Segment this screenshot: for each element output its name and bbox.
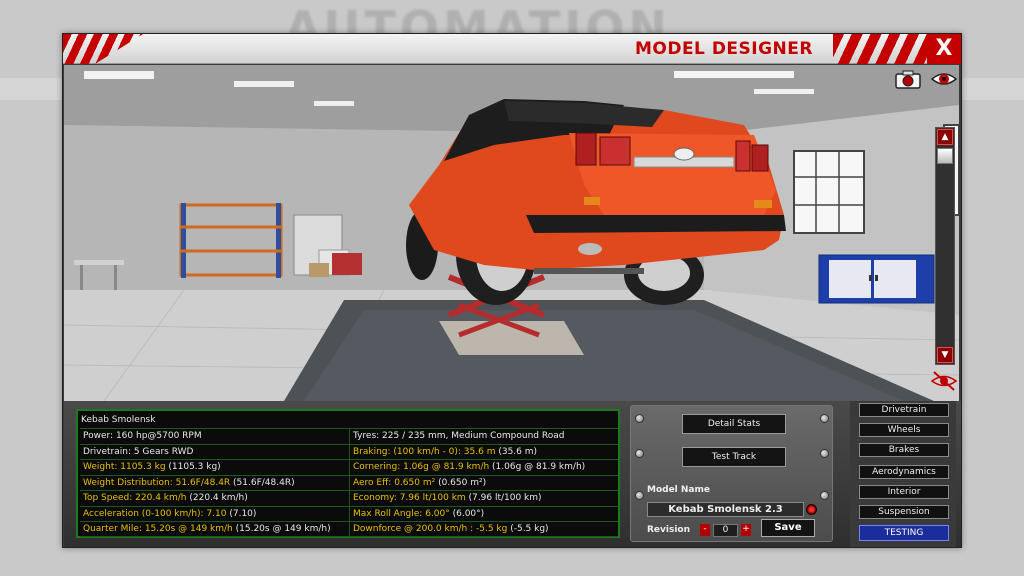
revision-label: Revision <box>647 525 691 535</box>
screw-icon <box>635 414 644 423</box>
eye-icon[interactable] <box>930 69 958 89</box>
revision-minus-button[interactable]: - <box>700 524 710 536</box>
category-tabs: Drivetrain Wheels Brakes Aerodynamics In… <box>850 401 956 547</box>
scroll-up-button[interactable]: ▲ <box>937 129 953 145</box>
tab-brakes[interactable]: Brakes <box>859 443 949 457</box>
stat-economy: Economy: 7.96 lt/100 km (7.96 lt/100 km) <box>349 491 618 506</box>
scroll-thumb[interactable] <box>937 148 953 164</box>
close-button[interactable]: X <box>927 34 961 64</box>
scroll-down-button[interactable]: ▼ <box>937 347 953 363</box>
model-designer-window: MODEL DESIGNER X ▲ ▼ Kebab Smolensk Powe… <box>62 33 962 548</box>
stats-row: Weight Distribution: 51.6F/48.4R (51.6F/… <box>80 474 618 490</box>
stat-weight-distribution: Weight Distribution: 51.6F/48.4R (51.6F/… <box>83 477 295 488</box>
tab-drivetrain[interactable]: Drivetrain <box>859 403 949 417</box>
screw-icon <box>635 491 644 500</box>
detail-stats-button[interactable]: Detail Stats <box>682 414 786 434</box>
garage-scene <box>64 65 959 401</box>
stat-quarter-mile: Quarter Mile: 15.20s @ 149 km/h (15.20s … <box>83 524 331 534</box>
screw-icon <box>820 491 829 500</box>
revision-plus-button[interactable]: + <box>741 524 751 536</box>
stat-acceleration: Acceleration (0-100 km/h): 7.10 (7.10) <box>83 508 257 519</box>
stat-braking: Braking: (100 km/h - 0): 35.6 m (35.6 m) <box>349 444 618 459</box>
stat-weight: Weight: 1105.3 kg (1105.3 kg) <box>83 462 221 472</box>
bottom-panel: Kebab Smolensk Power: 160 hp@5700 RPM Ty… <box>64 401 961 547</box>
hide-eye-icon[interactable] <box>930 370 958 392</box>
screw-icon <box>820 449 829 458</box>
stat-downforce: Downforce @ 200.0 km/h : -5.5 kg (-5.5 k… <box>349 522 618 536</box>
save-button[interactable]: Save <box>761 519 815 537</box>
stats-row: Power: 160 hp@5700 RPM Tyres: 225 / 235 … <box>80 428 618 444</box>
stats-panel: Kebab Smolensk Power: 160 hp@5700 RPM Ty… <box>76 409 620 538</box>
tab-wheels[interactable]: Wheels <box>859 423 949 437</box>
titlebar-stripes-right <box>833 34 927 64</box>
window-title: MODEL DESIGNER <box>634 39 813 59</box>
stat-max-roll-angle: Max Roll Angle: 6.00° (6.00°) <box>349 506 618 521</box>
titlebar: MODEL DESIGNER X <box>63 34 961 64</box>
tab-suspension[interactable]: Suspension <box>859 505 949 519</box>
camera-icon[interactable] <box>894 69 924 89</box>
stats-row: Acceleration (0-100 km/h): 7.10 (7.10) M… <box>80 505 618 521</box>
stat-drivetrain: Drivetrain: 5 Gears RWD <box>83 446 194 457</box>
test-track-button[interactable]: Test Track <box>682 447 786 467</box>
tab-interior[interactable]: Interior <box>859 485 949 499</box>
stats-grid: Power: 160 hp@5700 RPM Tyres: 225 / 235 … <box>80 428 618 537</box>
model-name-reset-icon[interactable] <box>806 504 817 515</box>
viewport-scrollbar[interactable]: ▲ ▼ <box>935 127 955 365</box>
titlebar-stripes-left <box>63 34 143 64</box>
stat-cornering: Cornering: 1.06g @ 81.9 km/h (1.06g @ 81… <box>349 460 618 475</box>
stat-top-speed: Top Speed: 220.4 km/h (220.4 km/h) <box>83 493 248 503</box>
stats-row: Weight: 1105.3 kg (1105.3 kg) Cornering:… <box>80 459 618 475</box>
model-name-label: Model Name <box>647 485 710 495</box>
stats-row: Drivetrain: 5 Gears RWD Braking: (100 km… <box>80 443 618 459</box>
tab-testing[interactable]: TESTING <box>859 525 949 541</box>
screw-icon <box>635 449 644 458</box>
stats-row: Top Speed: 220.4 km/h (220.4 km/h) Econo… <box>80 490 618 506</box>
stats-row: Quarter Mile: 15.20s @ 149 km/h (15.20s … <box>80 521 618 537</box>
stat-power: Power: 160 hp@5700 RPM <box>83 431 202 441</box>
controls-panel: Detail Stats Test Track Model Name Kebab… <box>630 405 833 542</box>
revision-value: 0 <box>713 524 738 537</box>
tab-aerodynamics[interactable]: Aerodynamics <box>859 465 949 479</box>
model-name-input[interactable]: Kebab Smolensk 2.3 <box>647 502 804 517</box>
stat-tyres: Tyres: 225 / 235 mm, Medium Compound Roa… <box>349 429 618 444</box>
3d-viewport[interactable]: ▲ ▼ <box>64 65 959 401</box>
stats-model-name: Kebab Smolensk <box>81 415 156 425</box>
screw-icon <box>820 414 829 423</box>
stat-aero-eff: Aero Eff: 0.650 m² (0.650 m²) <box>349 475 618 490</box>
